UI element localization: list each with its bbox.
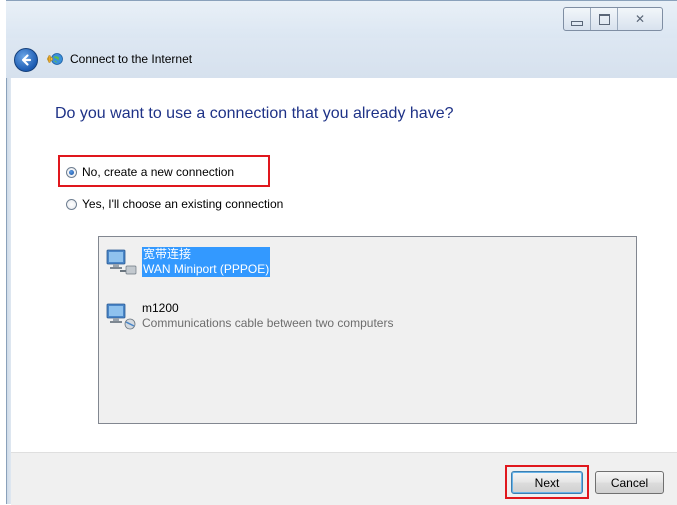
back-arrow-icon <box>21 54 32 66</box>
connection-description: Communications cable between two compute… <box>142 316 394 330</box>
option-label: Yes, I'll choose an existing connection <box>82 197 284 211</box>
question-heading: Do you want to use a connection that you… <box>55 105 454 122</box>
option-existing-connection[interactable]: Yes, I'll choose an existing connection <box>66 197 283 211</box>
title-bar: ✕ <box>6 0 677 39</box>
minimize-button[interactable] <box>564 8 591 30</box>
option-label: No, create a new connection <box>82 165 235 179</box>
maximize-button[interactable] <box>591 8 618 30</box>
maximize-icon <box>598 13 610 25</box>
caption-buttons: ✕ <box>563 7 663 31</box>
page-title: Connect to the Internet <box>70 52 193 66</box>
radio-button-selected[interactable] <box>66 166 77 178</box>
connection-description: WAN Miniport (PPPOE) <box>142 262 271 277</box>
list-item[interactable]: 宽带连接 WAN Miniport (PPPOE) <box>104 247 271 277</box>
close-icon: ✕ <box>634 12 646 26</box>
main-content: Do you want to use a connection that you… <box>11 78 677 452</box>
option-new-connection[interactable]: No, create a new connection <box>66 165 234 179</box>
cancel-button[interactable]: Cancel <box>595 471 664 494</box>
connection-name: 宽带连接 <box>142 247 271 262</box>
back-button[interactable] <box>14 48 38 72</box>
minimize-icon <box>571 20 583 26</box>
button-bar: Next Cancel <box>11 452 677 505</box>
navigation-bar: Connect to the Internet <box>6 38 677 78</box>
connect-to-internet-window: ✕ Connect to the Internet Do you want to… <box>0 0 677 505</box>
radio-button[interactable] <box>66 198 77 210</box>
network-globe-icon <box>47 53 63 65</box>
radio-dot <box>69 169 74 175</box>
network-connection-icon <box>106 249 137 275</box>
next-button[interactable]: Next <box>511 471 583 494</box>
list-item[interactable]: m1200 Communications cable between two c… <box>104 301 393 331</box>
connection-name: m1200 <box>142 301 179 315</box>
close-button[interactable]: ✕ <box>618 8 662 30</box>
connection-list[interactable]: 宽带连接 WAN Miniport (PPPOE) m1200 Communic… <box>98 236 637 424</box>
cable-connection-icon <box>106 303 136 330</box>
